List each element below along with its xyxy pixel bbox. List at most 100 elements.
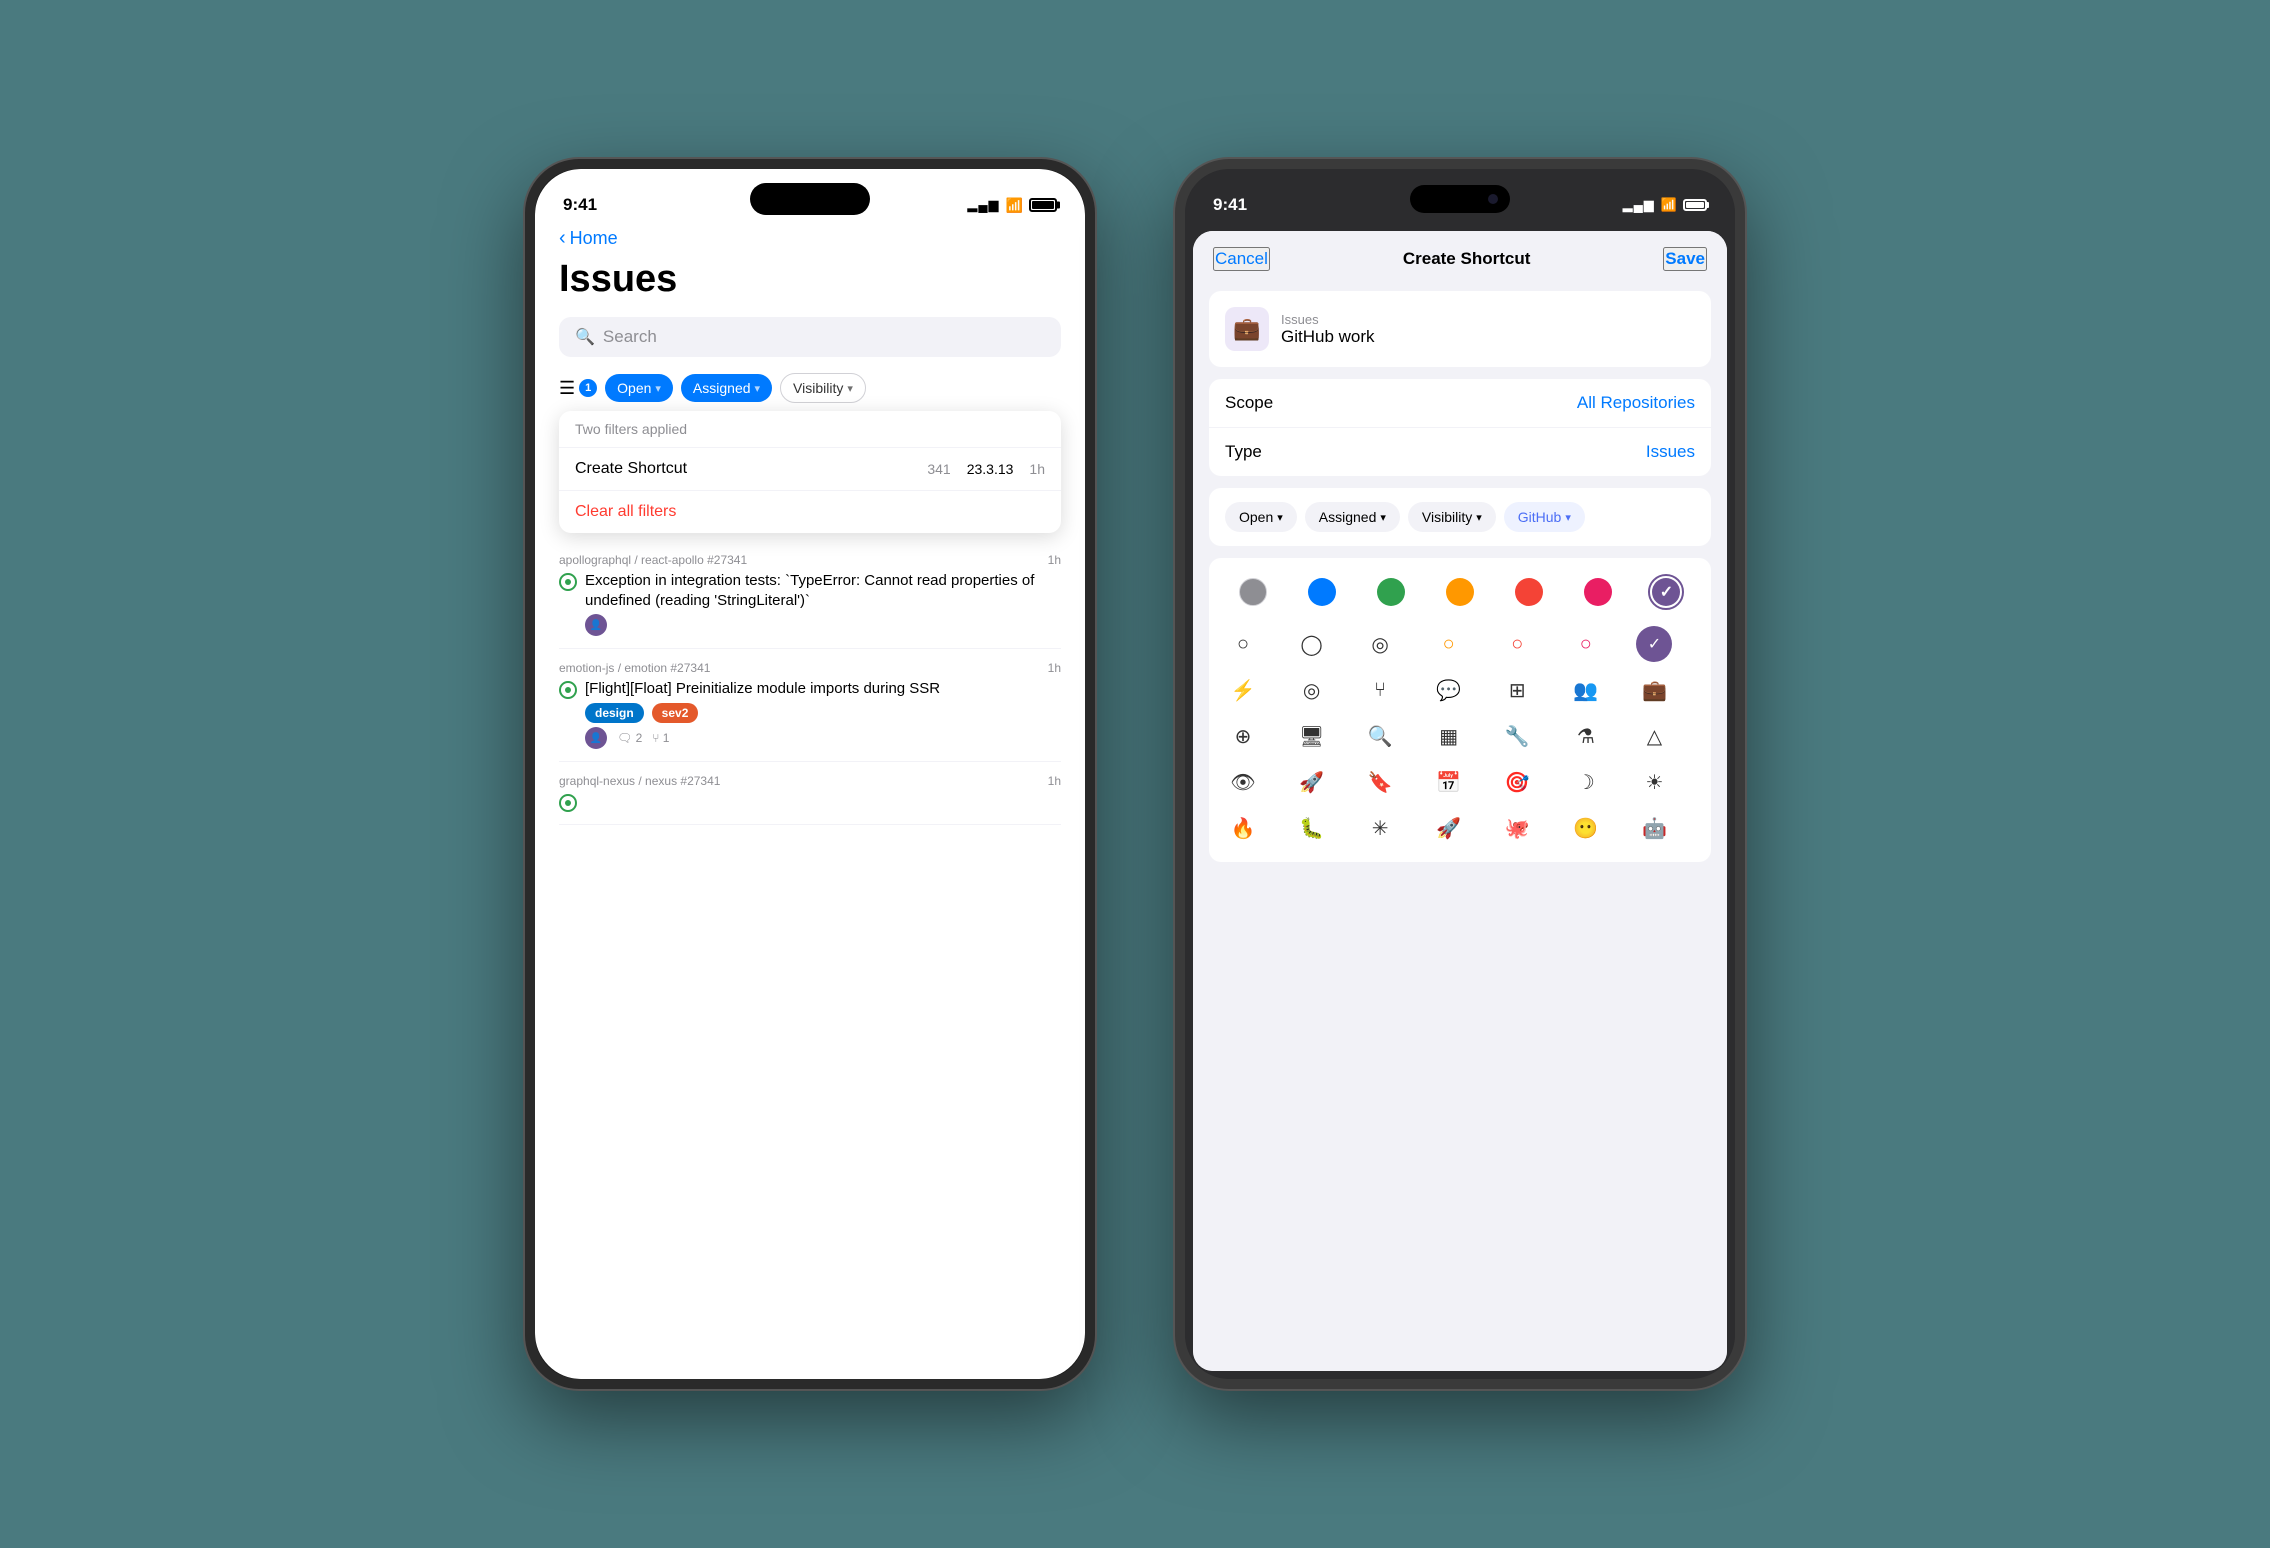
type-label: Type	[1225, 442, 1262, 462]
icon-robot[interactable]: 🤖	[1636, 810, 1672, 846]
modal-title: Create Shortcut	[1403, 249, 1531, 269]
icon-lightning[interactable]: ⚡	[1225, 672, 1261, 708]
issue-item-1[interactable]: apollographql / react-apollo #27341 1h E…	[559, 541, 1061, 649]
icon-triangle[interactable]: △	[1636, 718, 1672, 754]
icon-circle-empty[interactable]: ○	[1225, 626, 1261, 662]
cancel-button[interactable]: Cancel	[1213, 247, 1270, 271]
save-button[interactable]: Save	[1663, 247, 1707, 271]
scope-label: Scope	[1225, 393, 1273, 413]
dropdown-create-shortcut[interactable]: Create Shortcut 341 23.3.13 1h	[559, 448, 1061, 491]
icon-display[interactable]: 🖥	[1294, 718, 1330, 754]
color-row: ✓	[1225, 574, 1695, 610]
issue-item-2[interactable]: emotion-js / emotion #27341 1h [Flight][…	[559, 649, 1061, 762]
icon-add-square[interactable]: ⊕	[1225, 718, 1261, 754]
icon-octopus[interactable]: 🐙	[1499, 810, 1535, 846]
issue-2-title: [Flight][Float] Preinitialize module imp…	[585, 679, 940, 699]
icon-briefcase[interactable]: 💼	[1636, 672, 1672, 708]
icon-branch[interactable]: ⑂	[1362, 672, 1398, 708]
type-value: Issues	[1646, 442, 1695, 462]
dropdown-item-value1: 341	[927, 461, 950, 477]
issue-1-title: Exception in integration tests: `TypeErr…	[585, 571, 1061, 610]
color-orange[interactable]	[1442, 574, 1478, 610]
icon-bug[interactable]: 🐛	[1294, 810, 1330, 846]
issue-3-body	[559, 792, 1061, 812]
battery-icon	[1029, 198, 1057, 212]
dropdown-item-subvalue: 23.3.13	[967, 461, 1014, 477]
filter-badge: 1	[579, 379, 597, 397]
scope-row[interactable]: Scope All Repositories	[1209, 379, 1711, 428]
right-signal-icon: ▂▄▆	[1623, 197, 1655, 213]
filter-visibility-chip[interactable]: Visibility ▾	[780, 373, 866, 403]
shortcut-icon: 💼	[1225, 307, 1269, 351]
issue-2-meta: emotion-js / emotion #27341 1h	[559, 661, 1061, 675]
issue-2-comments: 🗨 2	[617, 731, 642, 745]
filter-visibility-chevron: ▾	[847, 382, 853, 395]
right-battery-icon	[1683, 199, 1707, 211]
icon-circle-dot[interactable]: ◎	[1362, 626, 1398, 662]
shortcut-chip-github[interactable]: GitHub▾	[1504, 502, 1585, 532]
icon-circle-outline[interactable]: ◯	[1294, 626, 1330, 662]
dropdown-create-shortcut-label: Create Shortcut	[575, 460, 687, 478]
filter-icon: ☰	[559, 378, 575, 399]
dropdown-header: Two filters applied	[559, 411, 1061, 448]
icon-grid-view[interactable]: ⊞	[1499, 672, 1535, 708]
icon-bookmark[interactable]: 🔖	[1362, 764, 1398, 800]
back-navigation[interactable]: ‹ Home	[559, 223, 1061, 250]
icon-rocket-small[interactable]: 🚀	[1294, 764, 1330, 800]
type-row[interactable]: Type Issues	[1209, 428, 1711, 476]
right-status-icons: ▂▄▆ 📶	[1623, 197, 1707, 213]
issue-item-3[interactable]: graphql-nexus / nexus #27341 1h	[559, 762, 1061, 825]
search-bar[interactable]: 🔍 Search	[559, 317, 1061, 357]
issue-2-time: 1h	[1048, 661, 1061, 675]
icon-circle-red[interactable]: ○	[1499, 626, 1535, 662]
filter-assigned-label: Assigned	[693, 380, 751, 396]
icon-terminal[interactable]: ▦	[1431, 718, 1467, 754]
issue-1-meta: apollographql / react-apollo #27341 1h	[559, 553, 1061, 567]
color-blue[interactable]	[1304, 574, 1340, 610]
color-green[interactable]	[1373, 574, 1409, 610]
color-purple[interactable]: ✓	[1648, 574, 1684, 610]
icon-rocket2[interactable]: 🚀	[1431, 810, 1467, 846]
color-pink[interactable]	[1580, 574, 1616, 610]
create-shortcut-modal: Cancel Create Shortcut Save 💼 Issues Git…	[1193, 231, 1727, 1371]
icon-face[interactable]: 😶	[1568, 810, 1604, 846]
icon-target[interactable]: ◎	[1294, 672, 1330, 708]
filter-assigned-chip[interactable]: Assigned ▾	[681, 374, 772, 402]
icon-people[interactable]: 👥	[1568, 672, 1604, 708]
icon-target2[interactable]: 🎯	[1499, 764, 1535, 800]
issue-1-body: Exception in integration tests: `TypeErr…	[559, 571, 1061, 610]
issue-1-avatar: 👤	[585, 614, 607, 636]
modal-inner: Cancel Create Shortcut Save 💼 Issues Git…	[1193, 231, 1727, 1371]
front-camera-icon	[1488, 194, 1498, 204]
icon-calendar[interactable]: 📅	[1431, 764, 1467, 800]
icon-flask[interactable]: ⚗	[1568, 718, 1604, 754]
issue-2-body: [Flight][Float] Preinitialize module imp…	[559, 679, 1061, 699]
icon-grid: ○ ◯ ◎ ○ ○ ○ ✓ ⚡ ◎ ⑂ 💬 ⊞ 👥 💼	[1225, 626, 1695, 846]
icon-circle-orange[interactable]: ○	[1431, 626, 1467, 662]
filter-open-chip[interactable]: Open ▾	[605, 374, 673, 402]
issue-2-status-icon	[559, 681, 577, 699]
shortcut-name: GitHub work	[1281, 327, 1375, 347]
icon-eye[interactable]: 👁	[1225, 764, 1261, 800]
icon-asterisk[interactable]: ✳	[1362, 810, 1398, 846]
icon-wrench[interactable]: 🔧	[1499, 718, 1535, 754]
icon-comment[interactable]: 💬	[1431, 672, 1467, 708]
dynamic-island-right	[1410, 185, 1510, 213]
color-gray[interactable]	[1235, 574, 1271, 610]
icon-circle-pink[interactable]: ○	[1568, 626, 1604, 662]
shortcut-chip-open[interactable]: Open▾	[1225, 502, 1297, 532]
filter-icon-button[interactable]: ☰ 1	[559, 378, 597, 399]
icon-fire[interactable]: 🔥	[1225, 810, 1261, 846]
shortcut-chip-assigned[interactable]: Assigned▾	[1305, 502, 1400, 532]
back-label: Home	[570, 228, 618, 249]
settings-group: Scope All Repositories Type Issues	[1209, 379, 1711, 476]
label-sev2: sev2	[652, 703, 699, 723]
color-red[interactable]	[1511, 574, 1547, 610]
icon-sun[interactable]: ☀	[1636, 764, 1672, 800]
icon-moon[interactable]: ☽	[1568, 764, 1604, 800]
shortcut-chip-visibility[interactable]: Visibility▾	[1408, 502, 1496, 532]
issue-1-status-icon	[559, 573, 577, 591]
icon-search-circle[interactable]: 🔍	[1362, 718, 1398, 754]
icon-check-purple[interactable]: ✓	[1636, 626, 1672, 662]
dropdown-clear-filters[interactable]: Clear all filters	[559, 491, 1061, 533]
